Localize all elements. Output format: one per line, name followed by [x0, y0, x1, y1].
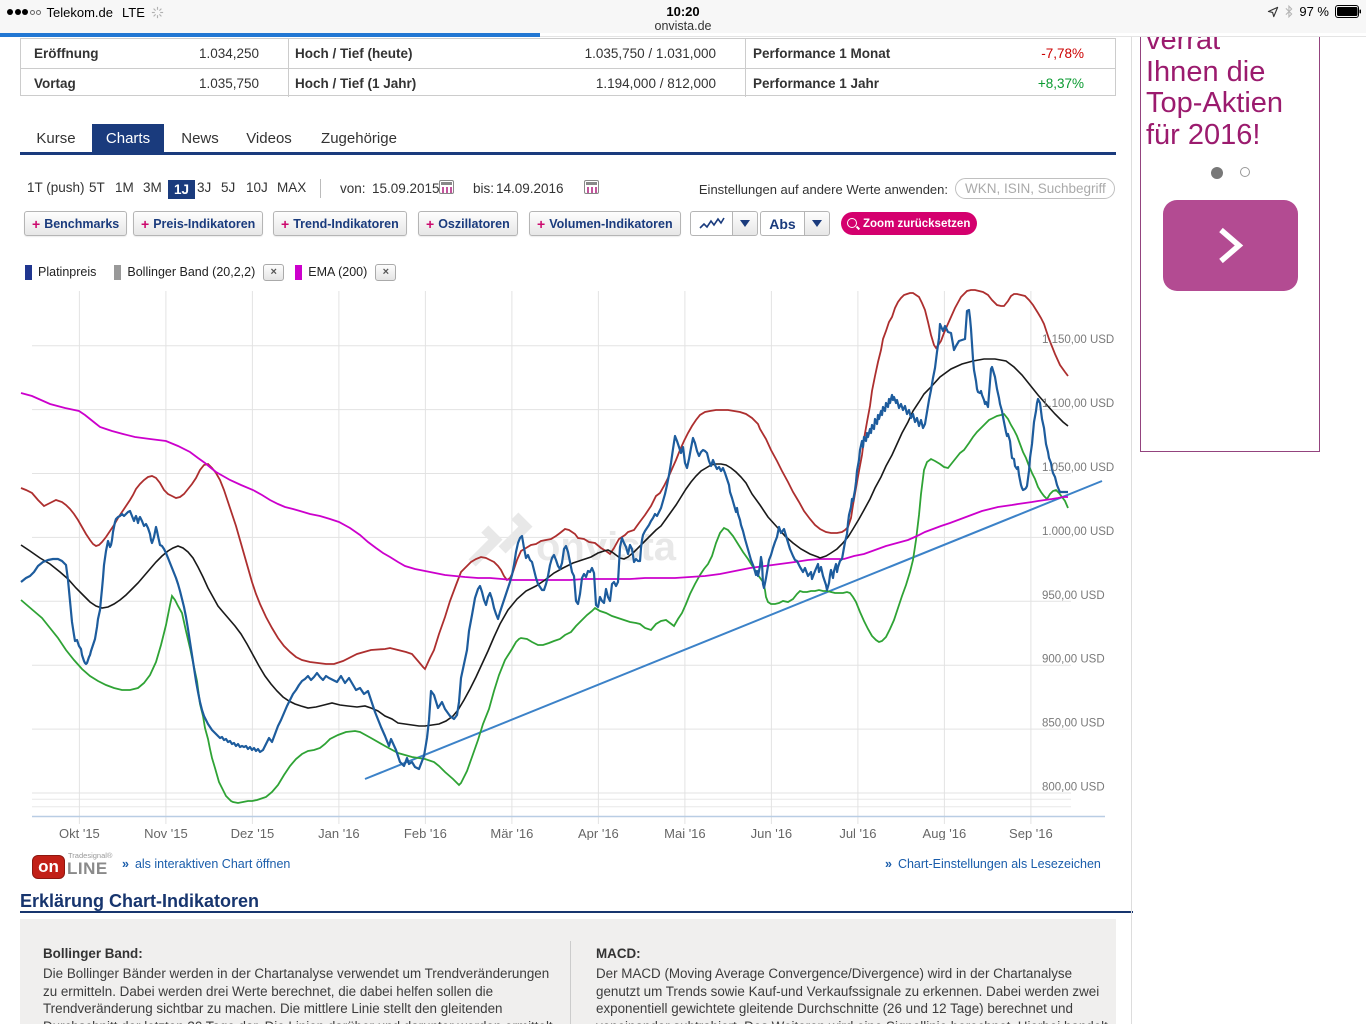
svg-text:800,00 USD: 800,00 USD: [1042, 782, 1105, 794]
svg-text:1.000,00 USD: 1.000,00 USD: [1042, 526, 1114, 538]
svg-text:850,00 USD: 850,00 USD: [1042, 718, 1105, 730]
svg-text:Dez '15: Dez '15: [231, 826, 275, 840]
svg-text:1.050,00 USD: 1.050,00 USD: [1042, 462, 1114, 474]
svg-text:Jun '16: Jun '16: [751, 826, 793, 840]
svg-text:Feb '16: Feb '16: [404, 826, 447, 840]
svg-text:Mai '16: Mai '16: [664, 826, 706, 840]
svg-text:950,00 USD: 950,00 USD: [1042, 590, 1105, 602]
svg-text:Aug '16: Aug '16: [923, 826, 967, 840]
svg-text:1.150,00 USD: 1.150,00 USD: [1042, 334, 1114, 346]
svg-text:Jul '16: Jul '16: [839, 826, 876, 840]
svg-text:Jan '16: Jan '16: [318, 826, 360, 840]
svg-text:Nov '15: Nov '15: [144, 826, 188, 840]
svg-text:Mär '16: Mär '16: [490, 826, 533, 840]
svg-text:Okt '15: Okt '15: [59, 826, 100, 840]
svg-text:900,00 USD: 900,00 USD: [1042, 654, 1105, 666]
svg-text:Apr '16: Apr '16: [578, 826, 619, 840]
svg-text:Sep '16: Sep '16: [1009, 826, 1053, 840]
svg-text:1.100,00 USD: 1.100,00 USD: [1042, 398, 1114, 410]
